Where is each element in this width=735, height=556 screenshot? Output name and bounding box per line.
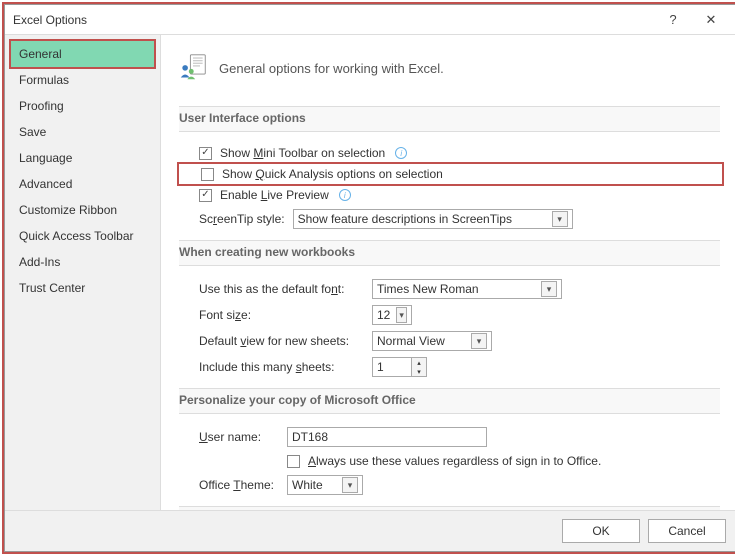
label-screentip: ScreenTip style:: [199, 212, 285, 226]
checkbox-live-preview[interactable]: ✓: [199, 189, 212, 202]
footer: OK Cancel: [5, 510, 735, 551]
cancel-button[interactable]: Cancel: [648, 519, 726, 543]
sidebar: General Formulas Proofing Save Language …: [5, 35, 161, 510]
row-always-use: Always use these values regardless of si…: [199, 450, 720, 472]
sidebar-item-customize-ribbon[interactable]: Customize Ribbon: [11, 197, 154, 223]
label-sheets-count: Include this many sheets:: [199, 360, 364, 374]
sidebar-item-quick-access-toolbar[interactable]: Quick Access Toolbar: [11, 223, 154, 249]
label-office-theme: Office Theme:: [199, 478, 279, 492]
help-button[interactable]: ?: [654, 6, 692, 34]
row-office-theme: Office Theme: White ▾: [199, 472, 720, 498]
info-icon[interactable]: i: [339, 189, 351, 201]
sidebar-item-save[interactable]: Save: [11, 119, 154, 145]
row-user-name: User name: DT168: [199, 424, 720, 450]
row-font-size: Font size: 12 ▾: [199, 302, 720, 328]
sidebar-item-advanced[interactable]: Advanced: [11, 171, 154, 197]
sidebar-item-proofing[interactable]: Proofing: [11, 93, 154, 119]
spin-down-icon[interactable]: ▾: [412, 367, 426, 376]
window-title: Excel Options: [13, 13, 87, 27]
info-icon[interactable]: i: [395, 147, 407, 159]
select-default-font[interactable]: Times New Roman ▾: [372, 279, 562, 299]
checkbox-quick-analysis[interactable]: [201, 168, 214, 181]
row-screentip: ScreenTip style: Show feature descriptio…: [199, 206, 720, 232]
row-default-view: Default view for new sheets: Normal View…: [199, 328, 720, 354]
section-newwb-title: When creating new workbooks: [179, 240, 720, 266]
section-ui-title: User Interface options: [179, 106, 720, 132]
section-personalize-title: Personalize your copy of Microsoft Offic…: [179, 388, 720, 414]
titlebar: Excel Options ? ✕: [5, 5, 735, 35]
chevron-down-icon: ▾: [552, 211, 568, 227]
ok-button[interactable]: OK: [562, 519, 640, 543]
sidebar-item-trust-center[interactable]: Trust Center: [11, 275, 154, 301]
excel-options-dialog: Excel Options ? ✕ General Formulas Proof…: [4, 4, 735, 552]
label-always-use: Always use these values regardless of si…: [308, 454, 601, 468]
sidebar-item-formulas[interactable]: Formulas: [11, 67, 154, 93]
chevron-down-icon: ▾: [342, 477, 358, 493]
row-quick-analysis: Show Quick Analysis options on selection: [177, 162, 724, 186]
chevron-down-icon: ▾: [541, 281, 557, 297]
row-mini-toolbar: ✓ Show Mini Toolbar on selection i: [199, 142, 720, 164]
label-mini-toolbar: Show Mini Toolbar on selection: [220, 146, 385, 160]
checkbox-always-use[interactable]: [287, 455, 300, 468]
label-default-font: Use this as the default font:: [199, 282, 364, 296]
select-font-size[interactable]: 12 ▾: [372, 305, 412, 325]
content-header-text: General options for working with Excel.: [219, 61, 444, 76]
input-user-name[interactable]: DT168: [287, 427, 487, 447]
close-button[interactable]: ✕: [692, 6, 730, 34]
label-font-size: Font size:: [199, 308, 364, 322]
sidebar-item-general[interactable]: General: [9, 39, 156, 69]
spinner-sheets-count[interactable]: 1 ▴▾: [372, 357, 427, 377]
row-live-preview: ✓ Enable Live Preview i: [199, 184, 720, 206]
spin-up-icon[interactable]: ▴: [412, 358, 426, 367]
select-office-theme[interactable]: White ▾: [287, 475, 363, 495]
sidebar-item-language[interactable]: Language: [11, 145, 154, 171]
label-live-preview: Enable Live Preview: [220, 188, 329, 202]
row-default-font: Use this as the default font: Times New …: [199, 276, 720, 302]
label-default-view: Default view for new sheets:: [199, 334, 364, 348]
label-quick-analysis: Show Quick Analysis options on selection: [222, 167, 443, 181]
checkbox-mini-toolbar[interactable]: ✓: [199, 147, 212, 160]
content-pane: General options for working with Excel. …: [161, 35, 735, 510]
label-user-name: User name:: [199, 430, 279, 444]
select-screentip-style[interactable]: Show feature descriptions in ScreenTips …: [293, 209, 573, 229]
select-default-view[interactable]: Normal View ▾: [372, 331, 492, 351]
row-sheets-count: Include this many sheets: 1 ▴▾: [199, 354, 720, 380]
sidebar-item-addins[interactable]: Add-Ins: [11, 249, 154, 275]
chevron-down-icon: ▾: [396, 307, 407, 323]
chevron-down-icon: ▾: [471, 333, 487, 349]
general-options-icon: [179, 53, 207, 84]
content-header: General options for working with Excel.: [179, 45, 720, 102]
